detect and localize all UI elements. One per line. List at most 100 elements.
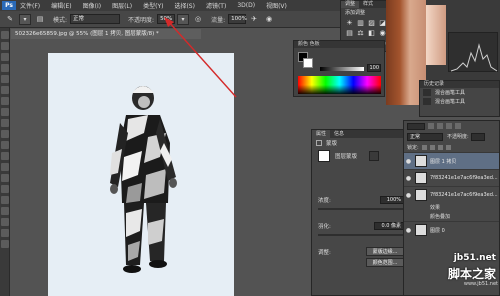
menu-layer[interactable]: 图层(L)	[112, 1, 132, 10]
layer-opacity-label: 不透明度:	[447, 134, 469, 140]
visibility-eye-icon[interactable]: ●	[404, 175, 413, 182]
eraser-tool-icon[interactable]	[1, 141, 9, 149]
menu-filter[interactable]: 滤镜(T)	[206, 1, 226, 10]
dodge-tool-icon[interactable]	[1, 174, 9, 182]
curves-icon[interactable]: ▨	[367, 19, 376, 27]
density-field[interactable]: 100%	[380, 196, 404, 204]
mask-icon	[316, 140, 322, 146]
feather-field[interactable]: 0.0 像素	[374, 222, 404, 230]
color-spectrum-shade	[298, 85, 381, 94]
history-tab[interactable]: 历史记录	[420, 81, 499, 88]
brightness-contrast-icon[interactable]: ☀	[345, 19, 354, 27]
layer-row[interactable]: ● 图层 1 拷贝	[404, 152, 499, 169]
eyedropper-tool-icon[interactable]	[1, 86, 9, 94]
layer-thumbnail	[415, 189, 427, 201]
lock-position-icon[interactable]	[437, 144, 443, 150]
brush-tool-icon[interactable]	[1, 108, 9, 116]
quick-select-tool-icon[interactable]	[1, 64, 9, 72]
shape-tool-icon[interactable]	[1, 218, 9, 226]
density-label: 浓度:	[318, 198, 331, 204]
layer-row[interactable]: ● 7f83241e1e7ac6f9ea3ed...	[404, 169, 499, 186]
marquee-tool-icon[interactable]	[1, 42, 9, 50]
type-tool-icon[interactable]	[1, 196, 9, 204]
hand-tool-icon[interactable]	[1, 229, 9, 237]
layer-name: 图层 0	[430, 227, 445, 234]
gray-value-field[interactable]: 100	[367, 64, 381, 72]
feather-slider[interactable]	[318, 234, 404, 236]
layer-row[interactable]: ● 7f83241e1e7ac6f9ea3ed...	[404, 186, 499, 203]
menu-image[interactable]: 图像(I)	[83, 1, 101, 10]
mode-dropdown[interactable]: 正常	[70, 14, 121, 24]
tools-panel	[0, 28, 10, 296]
menu-view[interactable]: 视图(V)	[266, 1, 287, 10]
mask-edge-button[interactable]: 蒙版边缘...	[366, 247, 404, 256]
effects-label: 效果	[430, 205, 441, 211]
lasso-tool-icon[interactable]	[1, 53, 9, 61]
menu-select[interactable]: 选择(S)	[174, 1, 195, 10]
tab-info[interactable]: 信息	[330, 130, 348, 138]
brush-panel-icon[interactable]: ▤	[34, 14, 46, 25]
properties-header: 蒙版	[326, 141, 338, 147]
blur-tool-icon[interactable]	[1, 163, 9, 171]
layer-thumbnail	[415, 172, 427, 184]
filter-pixel-icon[interactable]	[428, 123, 434, 129]
background-color-swatch[interactable]	[303, 58, 313, 68]
pressure-size-icon[interactable]: ◉	[263, 14, 275, 25]
density-slider[interactable]	[318, 208, 404, 210]
crop-tool-icon[interactable]	[1, 75, 9, 83]
healing-tool-icon[interactable]	[1, 97, 9, 105]
levels-icon[interactable]: ▥	[356, 19, 365, 27]
history-item[interactable]: 混合画笔工具	[420, 88, 499, 97]
black-white-icon[interactable]: ◧	[367, 29, 376, 37]
color-range-button[interactable]: 颜色范围...	[366, 258, 404, 267]
visibility-eye-icon[interactable]: ●	[404, 227, 413, 234]
menu-edit[interactable]: 编辑(E)	[51, 1, 71, 10]
refine-label: 调整:	[318, 249, 331, 256]
layer-mask-thumbnail[interactable]	[318, 150, 330, 162]
visibility-eye-icon[interactable]: ●	[404, 192, 413, 199]
color-panel: 颜色 色板 100	[293, 40, 385, 97]
color-balance-icon[interactable]: ⚖	[356, 29, 365, 37]
mixer-brush-icon	[423, 98, 431, 105]
zoom-tool-icon[interactable]	[1, 240, 9, 248]
brush-preset-picker[interactable]: ▾	[19, 13, 31, 25]
layer-row[interactable]: ● 图层 0	[404, 221, 499, 238]
menu-file[interactable]: 文件(F)	[20, 1, 40, 10]
tab-styles[interactable]: 样式	[359, 1, 377, 8]
stamp-tool-icon[interactable]	[1, 119, 9, 127]
brush-tool-icon[interactable]: ✎	[4, 14, 16, 25]
filter-adjustment-icon[interactable]	[437, 123, 443, 129]
history-item[interactable]: 混合画笔工具	[420, 97, 499, 106]
lock-all-icon[interactable]	[445, 144, 451, 150]
layer-opacity-field[interactable]	[470, 132, 485, 141]
layer-name: 7f83241e1e7ac6f9ea3ed...	[430, 192, 498, 198]
photoshop-logo: Ps	[2, 1, 16, 10]
tab-properties[interactable]: 属性	[312, 130, 331, 138]
layer-filter-kind[interactable]	[407, 122, 425, 130]
history-brush-tool-icon[interactable]	[1, 130, 9, 138]
histogram-panel	[448, 32, 498, 72]
vector-mask-button[interactable]	[369, 151, 380, 161]
layer-effects-row[interactable]: 效果	[404, 203, 499, 212]
gradient-tool-icon[interactable]	[1, 152, 9, 160]
filter-shape-icon[interactable]	[455, 123, 461, 129]
layer-effect-item[interactable]: 颜色叠加	[404, 212, 499, 221]
hue-saturation-icon[interactable]: ▤	[345, 29, 354, 37]
tab-adjustments[interactable]: 调整	[341, 1, 360, 8]
lock-pixels-icon[interactable]	[429, 144, 435, 150]
airbrush-icon[interactable]: ✈	[248, 14, 260, 25]
layer-name: 7f83241e1e7ac6f9ea3ed...	[430, 175, 498, 181]
watermark-url: www.jb51.net	[463, 281, 498, 287]
move-tool-icon[interactable]	[1, 31, 9, 39]
visibility-eye-icon[interactable]: ●	[404, 158, 413, 165]
lock-transparent-icon[interactable]	[421, 144, 427, 150]
blend-mode-dropdown[interactable]: 正常	[407, 132, 443, 141]
pen-tool-icon[interactable]	[1, 185, 9, 193]
layer-thumbnail	[415, 155, 427, 167]
path-select-tool-icon[interactable]	[1, 207, 9, 215]
gray-slider[interactable]	[320, 67, 364, 71]
menu-3d[interactable]: 3D(D)	[237, 2, 255, 9]
menu-type[interactable]: 类型(Y)	[143, 1, 163, 10]
color-panel-tabs[interactable]: 颜色 色板	[294, 41, 384, 48]
filter-type-icon[interactable]	[446, 123, 452, 129]
